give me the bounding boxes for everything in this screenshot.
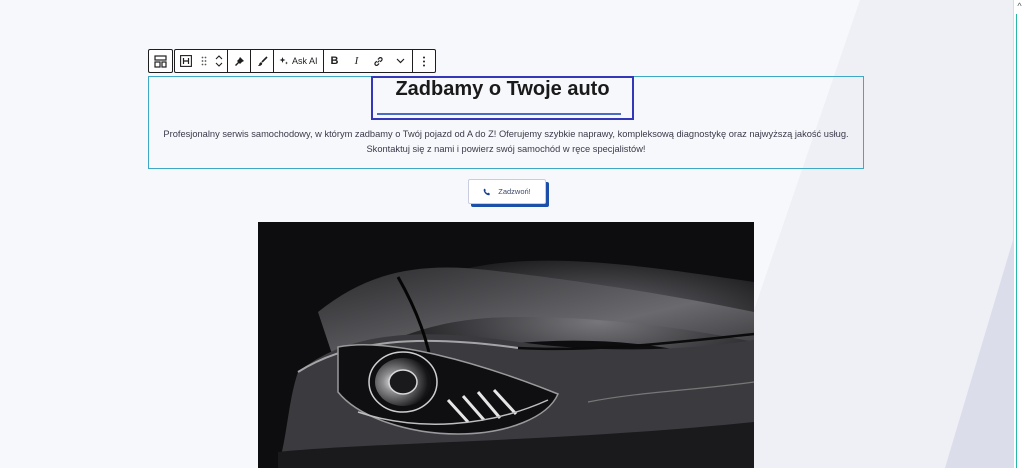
brush-icon[interactable] — [251, 50, 273, 72]
call-button[interactable]: Zadzwoń! — [468, 179, 546, 204]
style-group — [228, 50, 251, 72]
pin-icon[interactable] — [228, 50, 250, 72]
car-headlight-photo — [258, 222, 754, 468]
more-options-icon[interactable] — [413, 50, 435, 72]
description-line-2: Skontaktuj się z nami i powierz swój sam… — [366, 144, 646, 154]
drag-handle-icon[interactable] — [197, 50, 211, 72]
options-group — [413, 50, 435, 72]
select-parent-block-button[interactable] — [148, 49, 173, 73]
ask-ai-label: Ask AI — [292, 56, 318, 66]
bold-button[interactable]: B — [324, 50, 346, 72]
ai-sparkle-icon — [279, 57, 288, 65]
title-underline — [377, 113, 621, 115]
block-toolbar: Ask AI B I — [174, 49, 436, 73]
scroll-up-arrow-icon[interactable]: ^ — [1014, 0, 1024, 12]
italic-button[interactable]: I — [346, 50, 368, 72]
description-line-1: Profesjonalny serwis samochodowy, w któr… — [163, 129, 849, 139]
ask-ai-button[interactable]: Ask AI — [274, 50, 323, 72]
brush-group — [251, 50, 274, 72]
ai-group: Ask AI — [274, 50, 324, 72]
block-switcher-group — [175, 50, 228, 72]
vertical-scrollbar[interactable]: ^ — [1013, 0, 1024, 468]
page-title[interactable]: Zadbamy o Twoje auto — [371, 78, 634, 101]
hero-description[interactable]: Profesjonalny serwis samochodowy, w któr… — [150, 127, 862, 157]
car-headlight-image[interactable] — [258, 222, 754, 468]
move-up-down-icon[interactable] — [211, 50, 227, 72]
format-group: B I — [324, 50, 413, 72]
scrollbar-track — [1016, 14, 1017, 468]
phone-icon — [483, 188, 491, 195]
link-icon[interactable] — [368, 50, 390, 72]
call-button-label: Zadzwoń! — [498, 187, 531, 196]
heading-block-icon[interactable] — [175, 50, 197, 72]
chevron-down-icon[interactable] — [390, 50, 412, 72]
block-parent-icon — [154, 54, 167, 68]
